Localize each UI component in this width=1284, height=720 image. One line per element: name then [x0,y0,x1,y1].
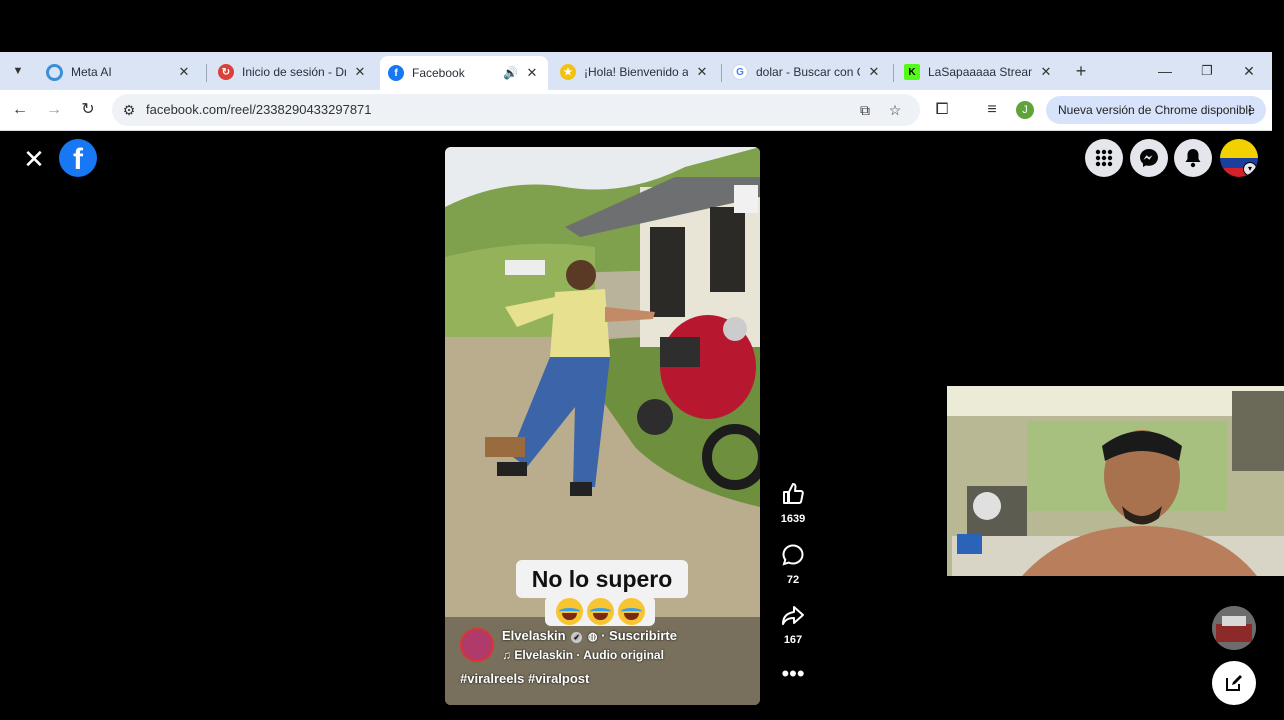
laughing-emoji-icon [617,597,645,625]
audio-line[interactable]: ♫ Elvelaskin · Audio original [502,648,664,662]
author-line: Elvelaskin ✓ ◍ · Suscribirte [502,628,677,643]
notifications-button[interactable] [1174,139,1212,177]
profile-avatar-flag[interactable]: ▾ [1220,139,1258,177]
back-button[interactable]: ← [10,100,30,120]
author-avatar[interactable] [460,628,494,662]
like-button[interactable]: 1639 [776,482,810,525]
tab-meta-ai[interactable]: Meta AI ✕ [38,56,200,88]
close-reel-icon[interactable]: ✕ [22,146,46,172]
close-tab-icon[interactable]: ✕ [176,64,192,80]
share-button[interactable]: 167 [776,603,810,646]
facebook-logo[interactable]: f [59,139,97,177]
bookmark-star-icon[interactable]: ☆ [886,101,904,119]
tab-dolar[interactable]: G dolar - Buscar con Go ✕ [724,56,890,88]
verified-icon: ✓ [571,632,583,643]
chevron-down-icon: ▾ [1243,162,1257,176]
globe-icon: ◍ [587,631,598,643]
restore-button[interactable]: ❐ [1196,60,1218,82]
grid-icon [1095,149,1113,167]
profile-avatar[interactable]: J [1016,101,1034,119]
install-app-icon[interactable]: ⧉ [856,101,874,119]
media-control-icon[interactable]: ≡ [982,100,1002,120]
tab-divider [721,64,722,82]
close-tab-icon[interactable]: ✕ [694,64,710,80]
more-menu-icon[interactable]: ⋮ [1244,96,1256,124]
tab-title: Facebook [412,66,465,80]
tab-search-button[interactable]: ▼ [8,61,28,81]
close-tab-icon[interactable]: ✕ [866,64,882,80]
tab-divider [893,64,894,82]
reel-caption: No lo supero [516,560,688,598]
tab-title: dolar - Buscar con Go [756,65,860,79]
close-tab-icon[interactable]: ✕ [352,64,368,80]
google-icon: G [732,64,748,80]
contact-avatar[interactable] [1212,606,1256,650]
close-window-button[interactable]: ✕ [1238,60,1260,82]
compose-icon [1226,675,1242,691]
reel-author: Elvelaskin ✓ ◍ · Suscribirte ♫ Elvelaski… [460,626,760,666]
share-count: 167 [783,634,803,646]
laughing-emoji-icon [586,597,614,625]
login-icon: ↻ [218,64,234,80]
author-name[interactable]: Elvelaskin [502,628,566,643]
speaker-icon[interactable]: 🔊 [503,66,518,80]
audio-label: Elvelaskin · Audio original [514,648,664,662]
hashtags[interactable]: #viralreels #viralpost [460,671,589,686]
like-count: 1639 [780,513,806,525]
music-note-icon: ♫ [502,648,511,662]
url-text[interactable]: facebook.com/reel/2338290433297871 [146,102,372,117]
minimize-button[interactable]: — [1154,60,1176,82]
comment-icon [782,544,804,566]
share-icon [782,606,804,625]
new-tab-button[interactable]: + [1070,60,1092,82]
omnibox[interactable]: ⚙ facebook.com/reel/2338290433297871 ⧉ ☆ [112,94,920,126]
tab-title: Meta AI [71,65,112,79]
subscribe-link[interactable]: · Suscribirte [601,628,677,643]
screen-edge [1272,52,1284,132]
forward-button[interactable]: → [44,100,64,120]
meta-ai-icon [46,63,63,81]
chrome-update-button[interactable]: Nueva versión de Chrome disponible ⋮ [1046,96,1266,124]
close-tab-icon[interactable]: ✕ [524,65,540,81]
tab-bienvenido[interactable]: ★ ¡Hola! Bienvenido a T ✕ [552,56,718,88]
tab-divider [206,64,207,82]
screen-top-bar [0,0,1284,52]
comment-count: 72 [786,574,800,586]
bell-icon [1185,149,1201,168]
laughing-emoji-icon [555,597,583,625]
caption-emojis [545,596,655,626]
messenger-button[interactable] [1130,139,1168,177]
update-label: Nueva versión de Chrome disponible [1058,103,1255,117]
webcam-overlay [947,386,1284,576]
thumbs-up-icon [783,483,804,504]
messenger-icon [1140,149,1158,167]
reload-button[interactable]: ↻ [78,100,98,120]
tab-lasapa-stream[interactable]: K LaSapaaaaa Stream - ✕ [896,56,1062,88]
tab-login[interactable]: ↻ Inicio de sesión - Dro ✕ [210,56,376,88]
avatar-image [1212,606,1256,650]
facebook-icon: f [388,65,404,81]
star-icon: ★ [560,64,576,80]
menu-grid-button[interactable] [1085,139,1123,177]
kick-icon: K [904,64,920,80]
extensions-icon[interactable]: ⧠ [932,100,952,120]
tab-title: Inicio de sesión - Dro [242,65,346,79]
tab-strip: ▼ Meta AI ✕ ↻ Inicio de sesión - Dro ✕ f… [0,52,1272,90]
close-tab-icon[interactable]: ✕ [1038,64,1054,80]
new-message-button[interactable] [1212,661,1256,705]
tab-facebook[interactable]: f Facebook 🔊 ✕ [380,56,548,90]
comment-button[interactable]: 72 [776,543,810,586]
tab-title: LaSapaaaaa Stream - [928,65,1032,79]
tab-title: ¡Hola! Bienvenido a T [584,65,688,79]
webcam-frame [947,386,1284,576]
toolbar: ← → ↻ ⚙ facebook.com/reel/23382904332978… [0,90,1272,131]
more-options-button[interactable]: ••• [776,663,810,685]
site-info-icon[interactable]: ⚙ [120,101,138,119]
